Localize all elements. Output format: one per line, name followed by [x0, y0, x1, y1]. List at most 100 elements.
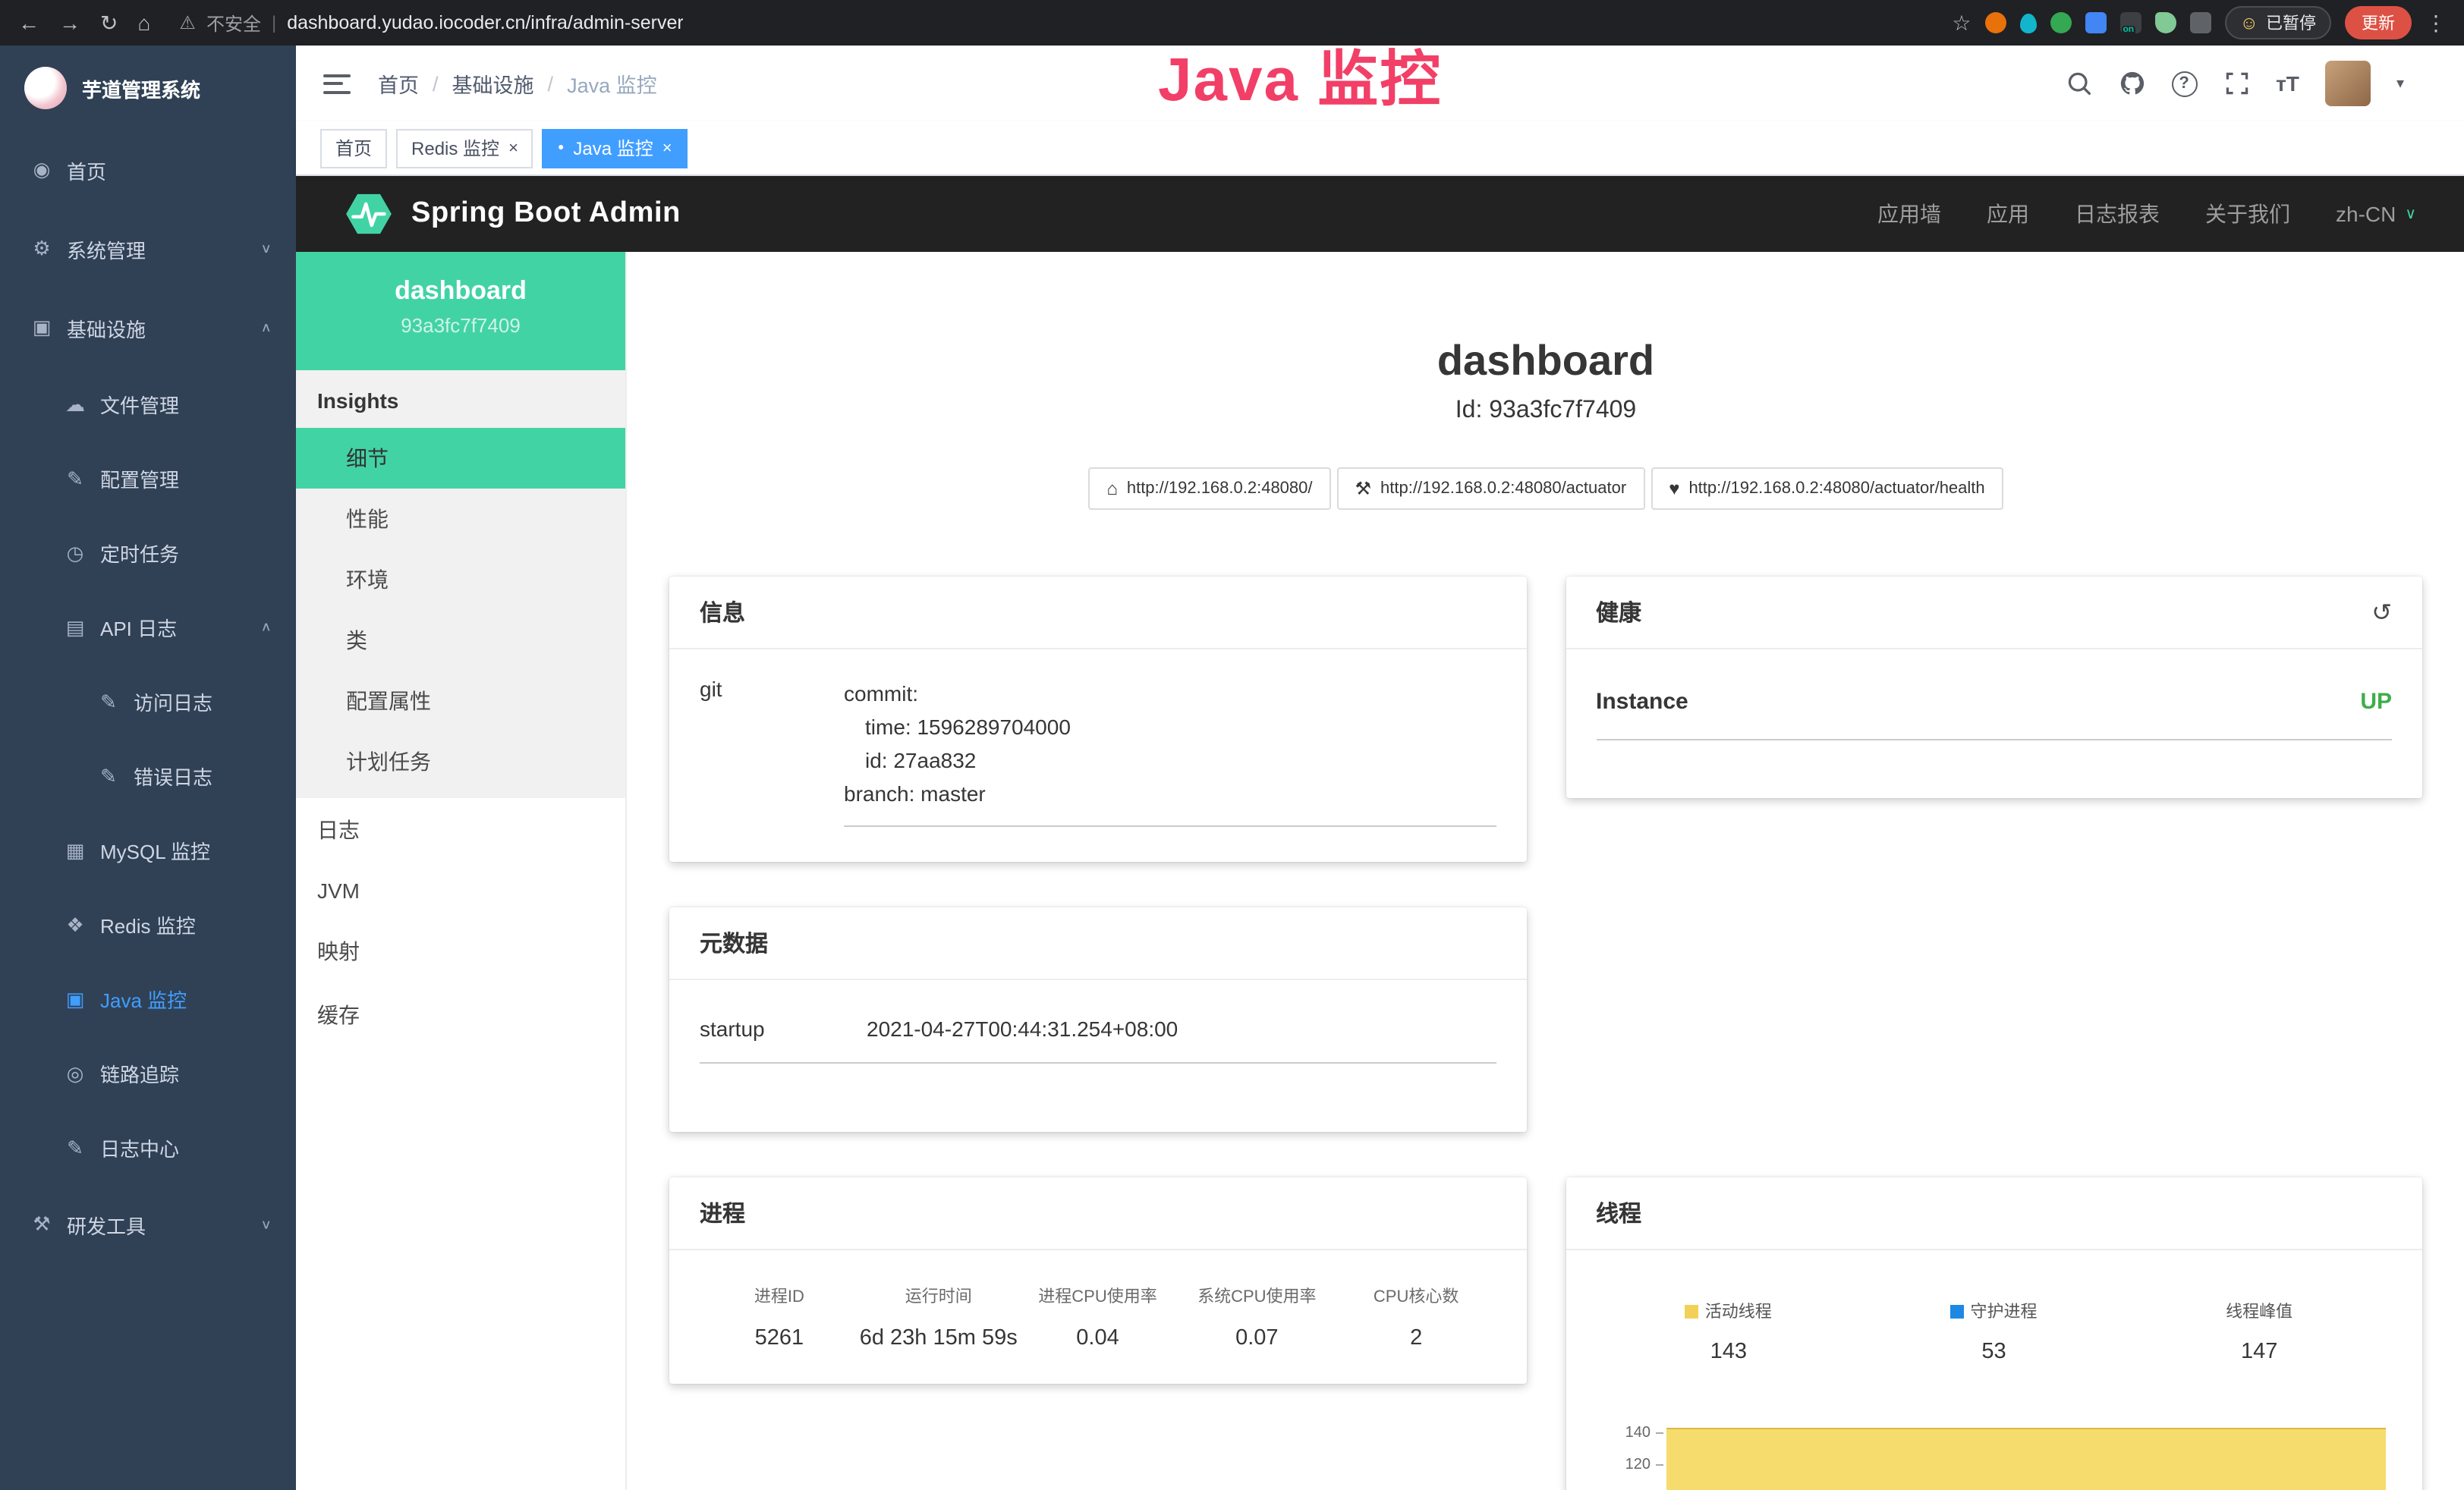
close-icon[interactable]: ×	[508, 139, 518, 157]
github-icon[interactable]	[2118, 70, 2145, 97]
sba-item-config-props[interactable]: 配置属性	[296, 671, 625, 731]
sidebar-item-error-log[interactable]: ✎ 错误日志	[0, 739, 296, 813]
sidebar-item-system[interactable]: ⚙ 系统管理 ∨	[0, 209, 296, 288]
caret-down-icon[interactable]: ▾	[2396, 75, 2404, 92]
pencil-icon: ✎	[64, 1136, 87, 1160]
status-badge: UP	[2360, 689, 2392, 715]
sidebar-item-label: API 日志	[100, 613, 177, 642]
instance-id-line: Id: 93a3fc7f7409	[669, 398, 2422, 425]
sidebar-item-cron[interactable]: ◷ 定时任务	[0, 516, 296, 590]
instance-title-block: dashboard Id: 93a3fc7f7409	[669, 337, 2422, 425]
tab-label: 首页	[335, 135, 372, 161]
sba-nav-links: 应用墙 应用 日志报表 关于我们 zh-CN ∨	[1877, 199, 2416, 229]
overflow-menu-icon[interactable]: ⋮	[2425, 12, 2447, 33]
breadcrumb-separator: /	[433, 72, 439, 95]
extension-icon-2[interactable]	[2019, 13, 2036, 33]
gear-icon: ⚙	[30, 237, 53, 261]
search-icon[interactable]	[2065, 70, 2092, 97]
tab-java-monitor[interactable]: ● Java 监控 ×	[543, 128, 688, 168]
service-url: http://192.168.0.2:48080/	[1127, 479, 1313, 498]
sidebar-item-config[interactable]: ✎ 配置管理	[0, 442, 296, 516]
pencil-icon: ✎	[97, 764, 120, 788]
sba-item-jvm[interactable]: JVM	[296, 862, 625, 919]
font-size-icon[interactable]: тT	[2276, 71, 2299, 96]
sba-nav-journal[interactable]: 日志报表	[2075, 199, 2160, 229]
sidebar-item-redis[interactable]: ❖ Redis 监控	[0, 888, 296, 962]
sba-item-environment[interactable]: 环境	[296, 549, 625, 610]
extension-icon-3[interactable]	[2050, 12, 2071, 33]
health-url-button[interactable]: ♥ http://192.168.0.2:48080/actuator/heal…	[1651, 467, 2003, 510]
sba-instance-header[interactable]: dashboard 93a3fc7f7409	[296, 252, 625, 370]
extension-icon-6[interactable]	[2154, 12, 2176, 33]
legend-value: 53	[1861, 1340, 2127, 1364]
extension-icon-7[interactable]	[2189, 12, 2211, 33]
close-icon[interactable]: ×	[662, 139, 672, 157]
sidebar-item-files[interactable]: ☁ 文件管理	[0, 367, 296, 442]
sba-item-performance[interactable]: 性能	[296, 489, 625, 549]
sidebar-item-trace[interactable]: ◎ 链路追踪	[0, 1036, 296, 1111]
collapse-sidebar-button[interactable]	[323, 74, 351, 93]
sba-nav-wallboard[interactable]: 应用墙	[1877, 199, 1941, 229]
address-bar[interactable]: ⚠ 不安全 | dashboard.yudao.iocoder.cn/infra…	[179, 10, 1932, 36]
extension-on-badge: on	[2121, 26, 2135, 36]
info-line: time: 1596289704000	[844, 710, 1496, 743]
info-line: branch: master	[844, 777, 1496, 810]
cell-value: 0.04	[1018, 1326, 1178, 1350]
app-sidebar: 芋道管理系统 ◉ 首页 ⚙ 系统管理 ∨ ▣ 基础设施 ∧ ☁ 文件管理 ✎	[0, 46, 296, 1490]
help-icon[interactable]: ?	[2171, 71, 2197, 96]
chrome-right-cluster: ☆ on ☺ 已暂停 更新 ⋮	[1952, 6, 2447, 39]
security-warning-label[interactable]: 不安全	[206, 10, 261, 36]
tab-label: Redis 监控	[411, 135, 499, 161]
app-logo-row[interactable]: 芋道管理系统	[0, 46, 296, 130]
sidebar-item-infra[interactable]: ▣ 基础设施 ∧	[0, 288, 296, 367]
service-url-button[interactable]: ⌂ http://192.168.0.2:48080/	[1088, 467, 1330, 510]
sba-item-scheduled-tasks[interactable]: 计划任务	[296, 731, 625, 792]
target-icon: ◎	[64, 1061, 87, 1086]
sidebar-item-api-log[interactable]: ▤ API 日志 ∧	[0, 590, 296, 665]
history-icon[interactable]: ↺	[2371, 597, 2392, 627]
sidebar-item-java[interactable]: ▣ Java 监控	[0, 962, 296, 1036]
extension-icon-1[interactable]	[1984, 12, 2006, 33]
sidebar-item-mysql[interactable]: ▦ MySQL 监控	[0, 813, 296, 888]
sba-item-details[interactable]: 细节	[296, 428, 625, 489]
instance-name: dashboard	[296, 276, 625, 306]
tab-home[interactable]: 首页	[320, 128, 387, 168]
sidebar-item-access-log[interactable]: ✎ 访问日志	[0, 665, 296, 739]
fullscreen-icon[interactable]	[2223, 70, 2250, 97]
sidebar-item-label: MySQL 监控	[100, 836, 210, 865]
bookmark-star-icon[interactable]: ☆	[1952, 12, 1971, 33]
info-value: commit: time: 1596289704000 id: 27aa832 …	[844, 677, 1496, 827]
url-text[interactable]: dashboard.yudao.iocoder.cn/infra/admin-s…	[287, 12, 684, 33]
instance-id: 93a3fc7f7409	[296, 314, 625, 337]
sba-nav-about[interactable]: 关于我们	[2205, 199, 2290, 229]
back-icon[interactable]: ←	[18, 12, 39, 33]
forward-icon[interactable]: →	[59, 12, 80, 33]
sba-nav-applications[interactable]: 应用	[1987, 199, 2029, 229]
avatar[interactable]	[2325, 61, 2371, 106]
breadcrumb-home[interactable]: 首页	[378, 68, 419, 99]
sba-brand[interactable]: Spring Boot Admin	[345, 193, 681, 235]
breadcrumb-infra[interactable]: 基础设施	[452, 68, 534, 99]
sba-item-classes[interactable]: 类	[296, 610, 625, 671]
paused-badge[interactable]: ☺ 已暂停	[2224, 6, 2331, 39]
security-warning-icon[interactable]: ⚠	[179, 12, 196, 33]
y-tick-label: 120	[1596, 1457, 1651, 1473]
home-icon[interactable]: ⌂	[137, 12, 150, 33]
reload-icon[interactable]: ↻	[100, 12, 118, 33]
sidebar-item-devtools[interactable]: ⚒ 研发工具 ∨	[0, 1185, 296, 1264]
sidebar-item-log-center[interactable]: ✎ 日志中心	[0, 1111, 296, 1185]
app-header: 首页 / 基础设施 / Java 监控 ? тT ▾	[296, 46, 2464, 121]
sba-item-mappings[interactable]: 映射	[296, 919, 625, 983]
language-selector[interactable]: zh-CN ∨	[2336, 202, 2416, 226]
sidebar-item-label: Java 监控	[100, 985, 187, 1014]
extension-icon-4[interactable]	[2085, 12, 2106, 33]
tab-redis-monitor[interactable]: Redis 监控 ×	[396, 128, 533, 168]
actuator-url-button[interactable]: ⚒ http://192.168.0.2:48080/actuator	[1337, 467, 1645, 510]
extension-icon-5[interactable]: on	[2119, 12, 2141, 33]
sba-item-logs[interactable]: 日志	[296, 798, 625, 862]
screen: ← → ↻ ⌂ ⚠ 不安全 | dashboard.yudao.iocoder.…	[0, 0, 2464, 1490]
info-card: 信息 git commit: time: 1596289704000 id: 2…	[669, 577, 1526, 862]
sba-item-caches[interactable]: 缓存	[296, 983, 625, 1047]
update-button[interactable]: 更新	[2345, 6, 2412, 39]
sidebar-item-home[interactable]: ◉ 首页	[0, 130, 296, 209]
